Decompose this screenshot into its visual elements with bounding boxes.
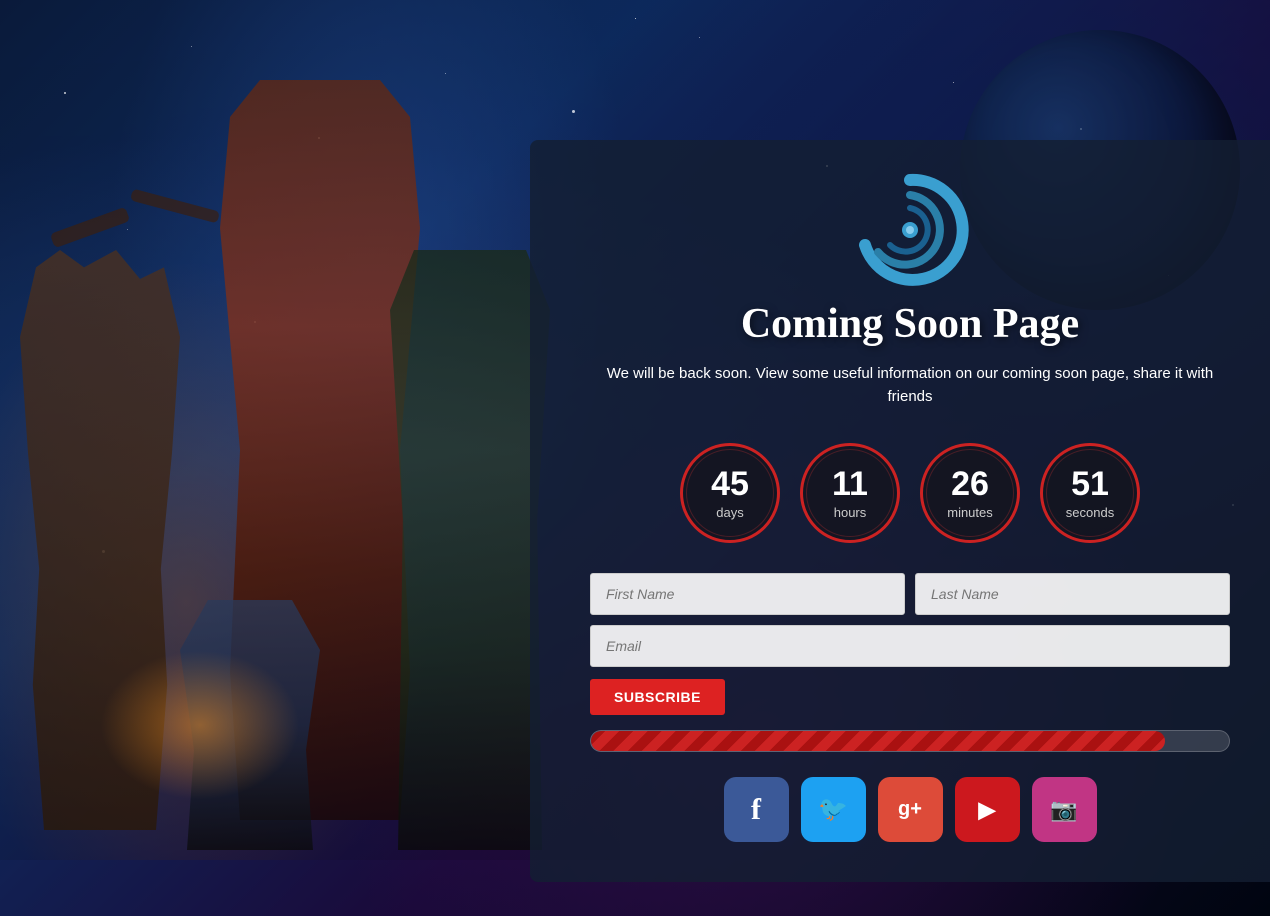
- youtube-button[interactable]: ▶: [955, 777, 1020, 842]
- name-fields-row: [590, 573, 1230, 615]
- countdown-days: 45 days: [680, 443, 780, 543]
- email-input[interactable]: [590, 625, 1230, 667]
- logo-icon: [850, 170, 970, 290]
- minutes-circle: 26 minutes: [920, 443, 1020, 543]
- twitter-button[interactable]: 🐦: [801, 777, 866, 842]
- facebook-icon: f: [751, 793, 761, 827]
- seconds-value: 51: [1071, 467, 1109, 501]
- page-title: Coming Soon Page: [590, 300, 1230, 348]
- minutes-label: minutes: [947, 505, 993, 520]
- hours-circle: 11 hours: [800, 443, 900, 543]
- instagram-button[interactable]: 📷: [1032, 777, 1097, 842]
- countdown-row: 45 days 11 hours 26 minutes 51 seconds: [590, 443, 1230, 543]
- countdown-minutes: 26 minutes: [920, 443, 1020, 543]
- characters-background: [0, 0, 620, 860]
- hours-label: hours: [834, 505, 867, 520]
- days-label: days: [716, 505, 743, 520]
- page-subtitle: We will be back soon. View some useful i…: [590, 363, 1230, 408]
- social-icons-row: f 🐦 g+ ▶ 📷: [590, 777, 1230, 842]
- youtube-icon: ▶: [979, 797, 996, 823]
- days-circle: 45 days: [680, 443, 780, 543]
- facebook-button[interactable]: f: [724, 777, 789, 842]
- google-plus-icon: g+: [898, 798, 922, 821]
- progress-bar-container: [590, 730, 1230, 752]
- last-name-input[interactable]: [915, 573, 1230, 615]
- hours-value: 11: [832, 467, 868, 501]
- twitter-icon: 🐦: [818, 795, 848, 824]
- days-value: 45: [711, 467, 749, 501]
- content-panel: Coming Soon Page We will be back soon. V…: [530, 140, 1270, 882]
- countdown-hours: 11 hours: [800, 443, 900, 543]
- logo-area: [590, 170, 1230, 290]
- subscribe-button[interactable]: Subscribe: [590, 679, 725, 715]
- seconds-label: seconds: [1066, 505, 1114, 520]
- first-name-input[interactable]: [590, 573, 905, 615]
- seconds-circle: 51 seconds: [1040, 443, 1140, 543]
- instagram-icon: 📷: [1050, 797, 1077, 823]
- minutes-value: 26: [951, 467, 989, 501]
- countdown-seconds: 51 seconds: [1040, 443, 1140, 543]
- google-plus-button[interactable]: g+: [878, 777, 943, 842]
- progress-bar-fill: [591, 731, 1165, 751]
